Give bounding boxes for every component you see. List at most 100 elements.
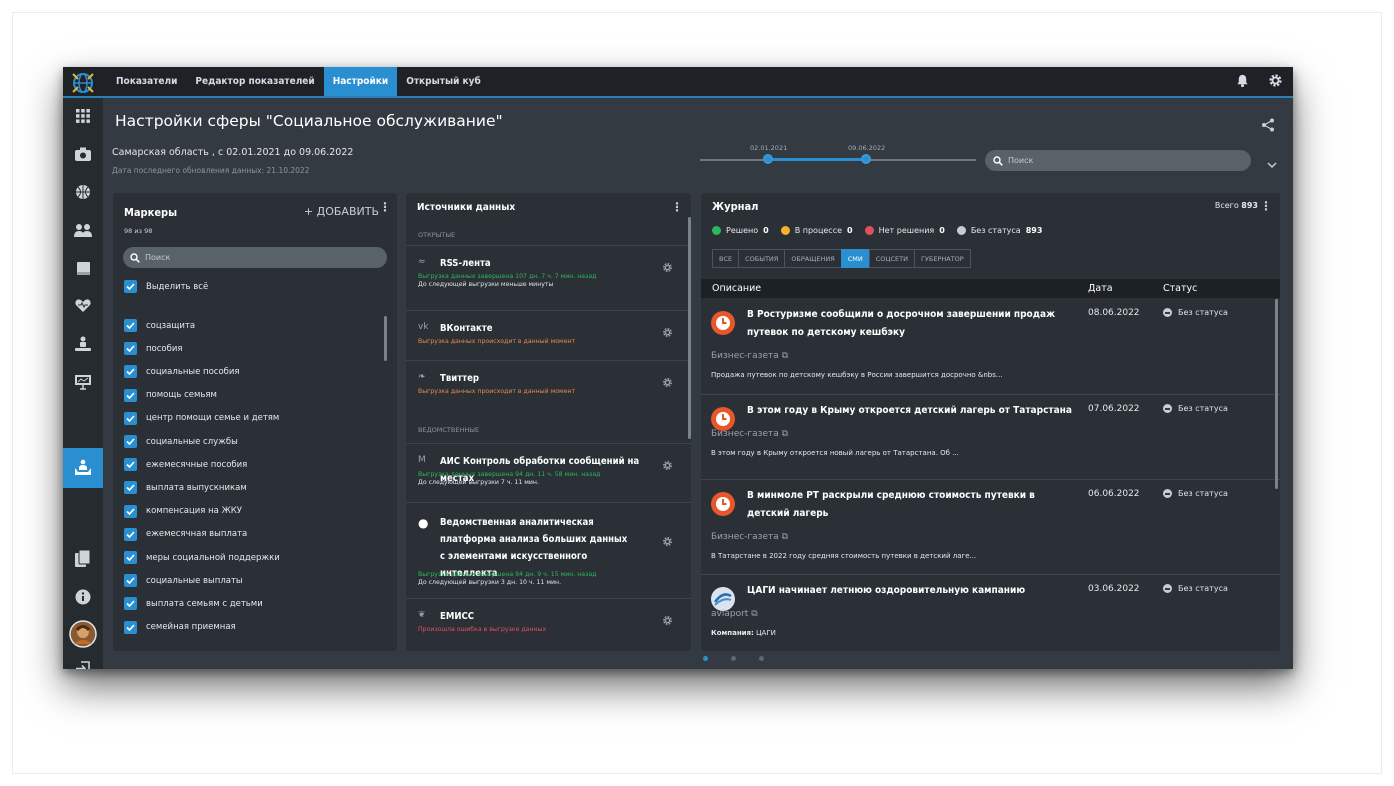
- search-input[interactable]: [1008, 156, 1238, 165]
- source-item[interactable]: ● Ведомственная аналитическая платформа а…: [406, 502, 691, 597]
- slider-end-handle[interactable]: [861, 154, 871, 164]
- share-icon[interactable]: [1261, 117, 1275, 136]
- marker-item[interactable]: социальные пособия: [124, 364, 240, 379]
- marker-item[interactable]: меры социальной поддержки: [124, 550, 280, 565]
- sources-panel: Источники данных ⋮ ОТКРЫТЫЕ ВЕДОМСТВЕННЫ…: [406, 193, 691, 651]
- chevron-down-icon[interactable]: [1267, 154, 1277, 173]
- marker-item[interactable]: социальные выплаты: [124, 573, 243, 588]
- marker-item[interactable]: семейная приемная: [124, 620, 236, 635]
- news-title[interactable]: В Ростуризме сообщили о досрочном заверш…: [747, 306, 1077, 342]
- journal-scrollbar[interactable]: [1275, 299, 1278, 489]
- app-logo[interactable]: [63, 67, 103, 98]
- source-name: ВКонтакте: [440, 323, 493, 334]
- snippet-text: ЦАГИ: [756, 629, 776, 637]
- page-dot[interactable]: [759, 656, 764, 661]
- column-description[interactable]: Описание: [712, 283, 761, 294]
- marker-item[interactable]: выплата выпускникам: [124, 480, 247, 495]
- page-dot[interactable]: [731, 656, 736, 661]
- slider-start-handle[interactable]: [763, 154, 773, 164]
- marker-item[interactable]: пособия: [124, 341, 183, 356]
- source-item[interactable]: ❧ Твиттер Выгрузка данных происходит в дан…: [406, 360, 691, 410]
- no-status-icon: [1163, 308, 1172, 317]
- news-status[interactable]: Без статуса: [1163, 584, 1228, 593]
- legend-count: 0: [763, 226, 769, 235]
- news-title[interactable]: ЦАГИ начинает летнюю оздоровительную кам…: [747, 582, 1077, 600]
- marker-item[interactable]: помощь семьям: [124, 388, 217, 403]
- news-title[interactable]: В минмоле РТ раскрыли среднюю стоимость …: [747, 487, 1077, 523]
- news-status[interactable]: Без статуса: [1163, 489, 1228, 498]
- filter-tab[interactable]: СМИ: [840, 249, 870, 268]
- markers-search[interactable]: [123, 247, 387, 268]
- markers-scrollbar[interactable]: [384, 316, 387, 361]
- source-item[interactable]: ❦ ЕМИСС Произошла ошибка в выгрузке данных: [406, 598, 691, 648]
- filter-tab[interactable]: ВСЕ: [712, 249, 740, 268]
- gear-icon[interactable]: [662, 456, 673, 475]
- search-bar[interactable]: [985, 150, 1251, 171]
- notifications-icon[interactable]: [1235, 73, 1250, 92]
- source-item[interactable]: ≈ RSS-лента Выгрузка данных завершена 107 …: [406, 245, 691, 307]
- marker-item[interactable]: компенсация на ЖКУ: [124, 504, 242, 519]
- gear-icon[interactable]: [1268, 73, 1283, 92]
- markers-search-input[interactable]: [145, 253, 365, 262]
- journal-menu-icon[interactable]: ⋮: [1260, 200, 1272, 212]
- news-status[interactable]: Без статуса: [1163, 308, 1228, 317]
- gear-icon[interactable]: [662, 611, 673, 630]
- page-dot[interactable]: [703, 656, 708, 661]
- tab-indicators[interactable]: Показатели: [107, 67, 186, 96]
- journal-row[interactable]: В Ростуризме сообщили о досрочном заверш…: [701, 299, 1280, 395]
- gear-icon[interactable]: [662, 258, 673, 277]
- marker-item[interactable]: социальные службы: [124, 434, 238, 449]
- news-status[interactable]: Без статуса: [1163, 404, 1228, 413]
- journal-title: Журнал: [712, 200, 759, 213]
- date-range-slider[interactable]: 02.01.2021 09.06.2022: [700, 144, 976, 174]
- source-item[interactable]: M АИС Контроль обработки сообщений на мес…: [406, 443, 691, 501]
- source-item[interactable]: vk ВКонтакте Выгрузка данных происходит в …: [406, 310, 691, 360]
- news-title[interactable]: В этом году в Крыму откроется детский ла…: [747, 402, 1077, 420]
- marker-item[interactable]: центр помощи семье и детям: [124, 411, 279, 426]
- camera-icon[interactable]: [63, 136, 103, 172]
- tab-indicator-editor[interactable]: Редактор показателей: [186, 67, 323, 96]
- journal-row[interactable]: В минмоле РТ раскрыли среднюю стоимость …: [701, 480, 1280, 575]
- gear-icon[interactable]: [662, 532, 673, 551]
- journal-row[interactable]: ЦАГИ начинает летнюю оздоровительную кам…: [701, 575, 1280, 651]
- heart-icon[interactable]: [63, 288, 103, 324]
- sources-scrollbar[interactable]: [688, 217, 691, 439]
- filter-tab[interactable]: СОБЫТИЯ: [738, 249, 786, 268]
- marker-item[interactable]: выплата семьям с детьми: [124, 596, 263, 611]
- avatar[interactable]: [63, 616, 103, 652]
- filter-tab[interactable]: СОЦСЕТИ: [868, 249, 915, 268]
- social-care-icon[interactable]: [63, 448, 103, 488]
- filter-tab[interactable]: ГУБЕРНАТОР: [913, 249, 971, 268]
- column-status[interactable]: Статус: [1163, 283, 1197, 294]
- logout-icon[interactable]: [63, 653, 103, 669]
- sources-menu-icon[interactable]: ⋮: [671, 201, 683, 213]
- marker-item[interactable]: соцзащита: [124, 318, 195, 333]
- documents-icon[interactable]: [63, 540, 103, 576]
- markers-menu-icon[interactable]: ⋮: [379, 201, 391, 213]
- info-icon[interactable]: [63, 579, 103, 615]
- marker-item[interactable]: ежемесячная выплата: [124, 527, 247, 542]
- markers-title: Маркеры: [124, 206, 178, 219]
- marker-item[interactable]: ежемесячные пособия: [124, 457, 247, 472]
- people-icon[interactable]: [63, 212, 103, 248]
- presentation-icon[interactable]: [63, 364, 103, 400]
- gear-icon[interactable]: [662, 323, 673, 342]
- filter-tab[interactable]: ОБРАЩЕНИЯ: [784, 249, 842, 268]
- charity-icon[interactable]: [63, 326, 103, 362]
- tab-settings[interactable]: Настройки: [323, 67, 398, 96]
- news-source-link[interactable]: aviaport ⧉: [711, 609, 758, 619]
- news-source-link[interactable]: Бизнес-газета ⧉: [711, 351, 788, 361]
- basketball-icon[interactable]: [63, 174, 103, 210]
- select-all-checkbox[interactable]: Выделить всё: [124, 279, 208, 294]
- news-source-link[interactable]: Бизнес-газета ⧉: [711, 429, 788, 439]
- tab-open-cube[interactable]: Открытый куб: [397, 67, 490, 96]
- column-date[interactable]: Дата: [1088, 283, 1113, 294]
- gear-icon[interactable]: [662, 373, 673, 392]
- aviaport-logo-icon: [711, 587, 735, 611]
- news-snippet: В этом году в Крыму откроется новый лаге…: [711, 449, 959, 457]
- add-marker-button[interactable]: + ДОБАВИТЬ: [304, 205, 379, 218]
- apps-grid-icon[interactable]: [63, 98, 103, 134]
- news-source-link[interactable]: Бизнес-газета ⧉: [711, 532, 788, 542]
- journal-row[interactable]: В этом году в Крыму откроется детский ла…: [701, 395, 1280, 480]
- book-icon[interactable]: [63, 250, 103, 286]
